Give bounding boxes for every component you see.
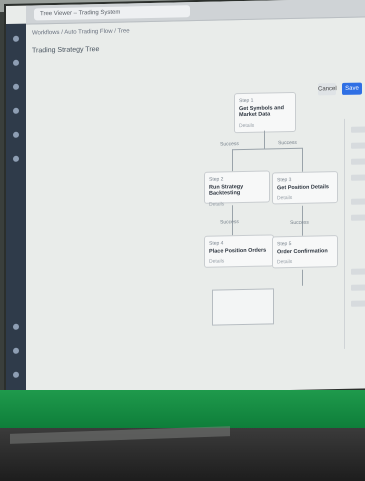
browser-tab[interactable]: Tree Viewer – Trading System [34, 5, 190, 21]
edge-label: Success [220, 141, 239, 148]
node-header: Step 2 [209, 176, 224, 183]
breadcrumb[interactable]: Workflows / Auto Trading Flow / Tree [32, 23, 232, 39]
node-subtitle: Details [239, 122, 255, 129]
home-icon[interactable] [13, 35, 19, 42]
tree-node-step1[interactable]: Step 1 Get Symbols and Market Data Detai… [234, 91, 296, 134]
node-title: Order Confirmation [277, 248, 328, 256]
node-title: Get Symbols and Market Data [239, 105, 284, 119]
node-title: Place Position Orders [209, 247, 267, 255]
tree-node-step5[interactable]: Step 5 Order Confirmation Details [272, 235, 338, 269]
placeholder-node[interactable] [212, 288, 274, 326]
property-row[interactable] [351, 284, 365, 291]
connector [302, 147, 303, 172]
connector [232, 149, 233, 172]
monitor-screen: Tree Viewer – Trading System Workflows /… [6, 0, 365, 397]
node-title: Get Position Details [277, 184, 329, 192]
page-title: Trading Strategy Tree [32, 46, 100, 55]
tree-node-step3[interactable]: Step 3 Get Position Details Details [272, 171, 338, 205]
left-navigation-bar [6, 23, 26, 397]
data-icon[interactable] [13, 83, 19, 90]
browser-tab-bar: Tree Viewer – Trading System [26, 0, 365, 25]
cancel-button[interactable]: Cancel [318, 83, 337, 96]
connector [264, 130, 265, 149]
tree-node-step2[interactable]: Step 2 Run Strategy Backtesting Details [204, 170, 270, 207]
help-icon[interactable] [13, 323, 19, 330]
node-subtitle: Details [209, 258, 225, 266]
property-row[interactable] [351, 300, 365, 307]
property-row[interactable] [351, 142, 365, 149]
edge-label: Success [290, 219, 309, 227]
node-subtitle: Details [277, 195, 293, 202]
search-icon[interactable] [13, 107, 19, 114]
user-icon[interactable] [13, 347, 19, 354]
node-header: Step 4 [209, 240, 224, 247]
logout-icon[interactable] [13, 371, 19, 378]
property-row[interactable] [351, 158, 365, 165]
property-row[interactable] [351, 214, 365, 221]
save-button[interactable]: Save [342, 82, 362, 95]
node-subtitle: Details [277, 259, 293, 266]
properties-panel [344, 118, 365, 349]
edge-label: Success [220, 219, 239, 226]
node-header: Step 3 [277, 177, 292, 184]
monitor-glow-strip [0, 390, 365, 428]
tree-node-step4[interactable]: Step 4 Place Position Orders Details [204, 234, 274, 268]
node-header: Step 5 [277, 241, 292, 248]
edge-label: Success [278, 139, 297, 147]
chart-icon[interactable] [13, 131, 19, 138]
property-row[interactable] [351, 268, 365, 275]
property-row[interactable] [351, 198, 365, 205]
node-header: Step 1 [239, 97, 254, 105]
connector [232, 147, 302, 151]
node-subtitle: Details [209, 201, 225, 208]
connector [302, 269, 303, 286]
property-row[interactable] [351, 126, 365, 133]
node-title: Run Strategy Backtesting [209, 184, 244, 198]
property-row[interactable] [351, 174, 365, 181]
settings-icon[interactable] [13, 155, 19, 162]
workflow-icon[interactable] [13, 59, 19, 66]
